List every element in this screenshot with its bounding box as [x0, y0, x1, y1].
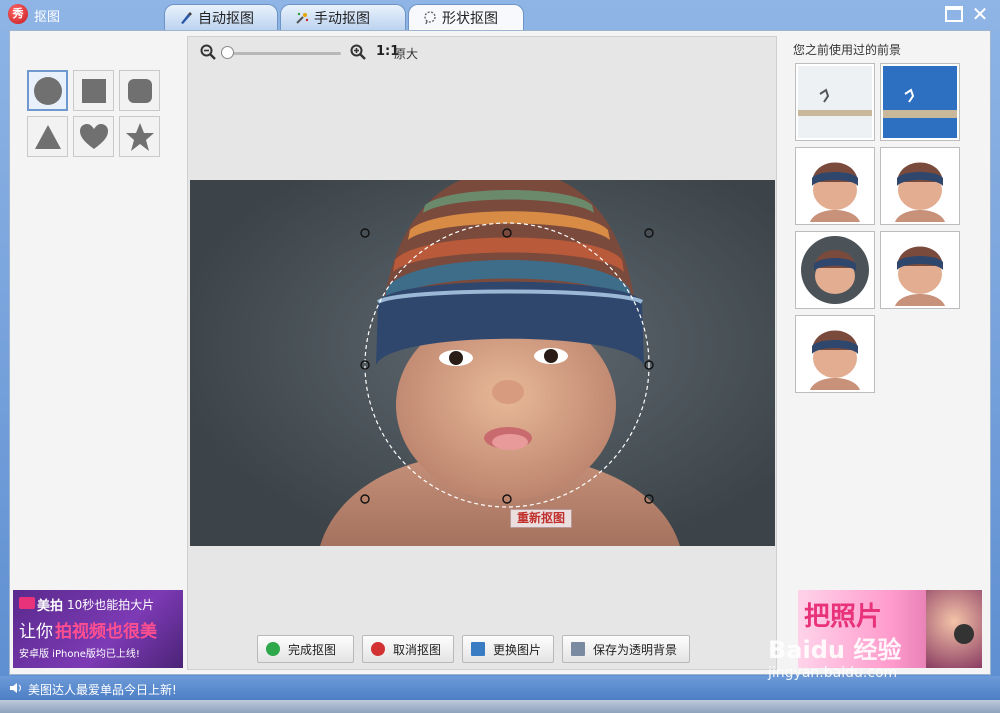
magic-wand-icon	[295, 11, 309, 25]
maximize-button[interactable]	[945, 6, 963, 22]
shape-heart-button[interactable]	[73, 116, 114, 157]
history-thumb[interactable]	[795, 231, 875, 309]
ad-line1: 10秒也能拍大片	[67, 598, 155, 612]
watermark-url: jingyan.baidu.com	[768, 665, 898, 681]
watermark-brand: Baidu 经验	[768, 636, 902, 664]
square-icon	[81, 78, 106, 103]
reset-cutout-button[interactable]: 重新抠图	[510, 509, 573, 528]
brush-icon	[179, 11, 193, 25]
tab-auto-cutout[interactable]: 自动抠图	[164, 4, 278, 30]
zoom-original-label[interactable]: 原大	[394, 45, 418, 62]
history-thumb[interactable]	[795, 147, 875, 225]
history-thumb[interactable]	[880, 231, 960, 309]
replace-image-button[interactable]: 更换图片	[462, 635, 554, 663]
play-icon	[954, 624, 974, 644]
circle-icon	[33, 76, 62, 105]
zoom-out-button[interactable]	[200, 44, 216, 60]
replace-label: 更换图片	[493, 642, 542, 657]
tab-label: 形状抠图	[442, 11, 498, 27]
baby-thumb	[883, 234, 957, 306]
zoom-in-button[interactable]	[350, 44, 366, 60]
finish-label: 完成抠图	[288, 642, 337, 657]
tab-manual-cutout[interactable]: 手动抠图	[280, 4, 406, 30]
canvas-photo[interactable]: 重新抠图	[190, 180, 775, 546]
tab-label: 手动抠图	[314, 10, 370, 27]
baby-photo	[320, 180, 680, 546]
baby-thumb	[883, 150, 957, 222]
app-window: 秀 抠图 自动抠图 手动抠图 形状抠图 ✕ 美拍 10秒也能拍大片 让你 拍视频…	[0, 0, 1000, 713]
shape-star-button[interactable]	[119, 116, 160, 157]
app-logo-icon: 秀	[8, 4, 28, 24]
ad-line3: 安卓版 iPhone版均已上线!	[19, 649, 140, 660]
cancel-icon	[371, 642, 385, 656]
rounded-square-icon	[127, 78, 152, 103]
window-title: 抠图	[34, 10, 61, 25]
watermark: Baidu 经验 jingyan.baidu.com	[768, 630, 901, 681]
tab-shape-cutout[interactable]: 形状抠图	[408, 4, 524, 31]
status-message[interactable]: 美图达人最爱单品今日上新!	[28, 681, 177, 698]
cancel-label: 取消抠图	[393, 642, 442, 657]
ad-line2a: 让你	[19, 622, 53, 642]
title-bar: 秀 抠图 自动抠图 手动抠图 形状抠图 ✕	[0, 0, 1000, 31]
cutout-editor: 1:1 原大 重新抠图 完成抠图 取消抠图 更换图片 保存为透明背景	[187, 36, 777, 670]
zoom-in-icon	[350, 44, 366, 60]
cancel-cutout-button[interactable]: 取消抠图	[362, 635, 454, 663]
meipai-logo-icon	[19, 597, 35, 609]
image-icon	[471, 642, 485, 656]
history-thumb[interactable]	[795, 315, 875, 393]
ad-brand: 美拍	[37, 599, 64, 614]
baby-thumb	[798, 318, 872, 390]
save-label: 保存为透明背景	[593, 642, 678, 657]
lasso-icon	[423, 11, 437, 25]
runner-sky-thumb	[883, 66, 957, 138]
baby-circle-thumb	[798, 234, 872, 306]
ad-line2b: 拍视频也很美	[55, 622, 157, 642]
check-icon	[266, 642, 280, 656]
ad-banner-meipai[interactable]: 美拍 10秒也能拍大片 让你 拍视频也很美 安卓版 iPhone版均已上线!	[13, 590, 183, 668]
shape-triangle-button[interactable]	[27, 116, 68, 157]
zoom-out-icon	[200, 44, 216, 60]
history-thumb[interactable]	[795, 63, 875, 141]
taskbar	[0, 700, 1000, 713]
baby-thumb	[798, 150, 872, 222]
zoom-slider-handle[interactable]	[221, 46, 234, 59]
speaker-icon	[10, 683, 21, 693]
zoom-slider-track[interactable]	[221, 52, 341, 55]
runner-beach-thumb	[798, 66, 872, 138]
triangle-icon	[34, 124, 61, 149]
star-icon	[125, 122, 154, 151]
shape-rounded-square-button[interactable]	[119, 70, 160, 111]
save-transparent-button[interactable]: 保存为透明背景	[562, 635, 690, 663]
tab-label: 自动抠图	[198, 10, 254, 27]
save-icon	[571, 642, 585, 656]
shape-circle-button[interactable]	[27, 70, 68, 111]
history-thumb[interactable]	[880, 147, 960, 225]
ad-right-text: 把照片	[804, 602, 883, 632]
history-title: 您之前使用过的前景	[793, 43, 902, 57]
close-button[interactable]: ✕	[969, 3, 991, 25]
client-area: 美拍 10秒也能拍大片 让你 拍视频也很美 安卓版 iPhone版均已上线! 1…	[9, 30, 991, 675]
heart-icon	[79, 123, 108, 149]
finish-cutout-button[interactable]: 完成抠图	[257, 635, 354, 663]
shape-square-button[interactable]	[73, 70, 114, 111]
history-thumb[interactable]	[880, 63, 960, 141]
